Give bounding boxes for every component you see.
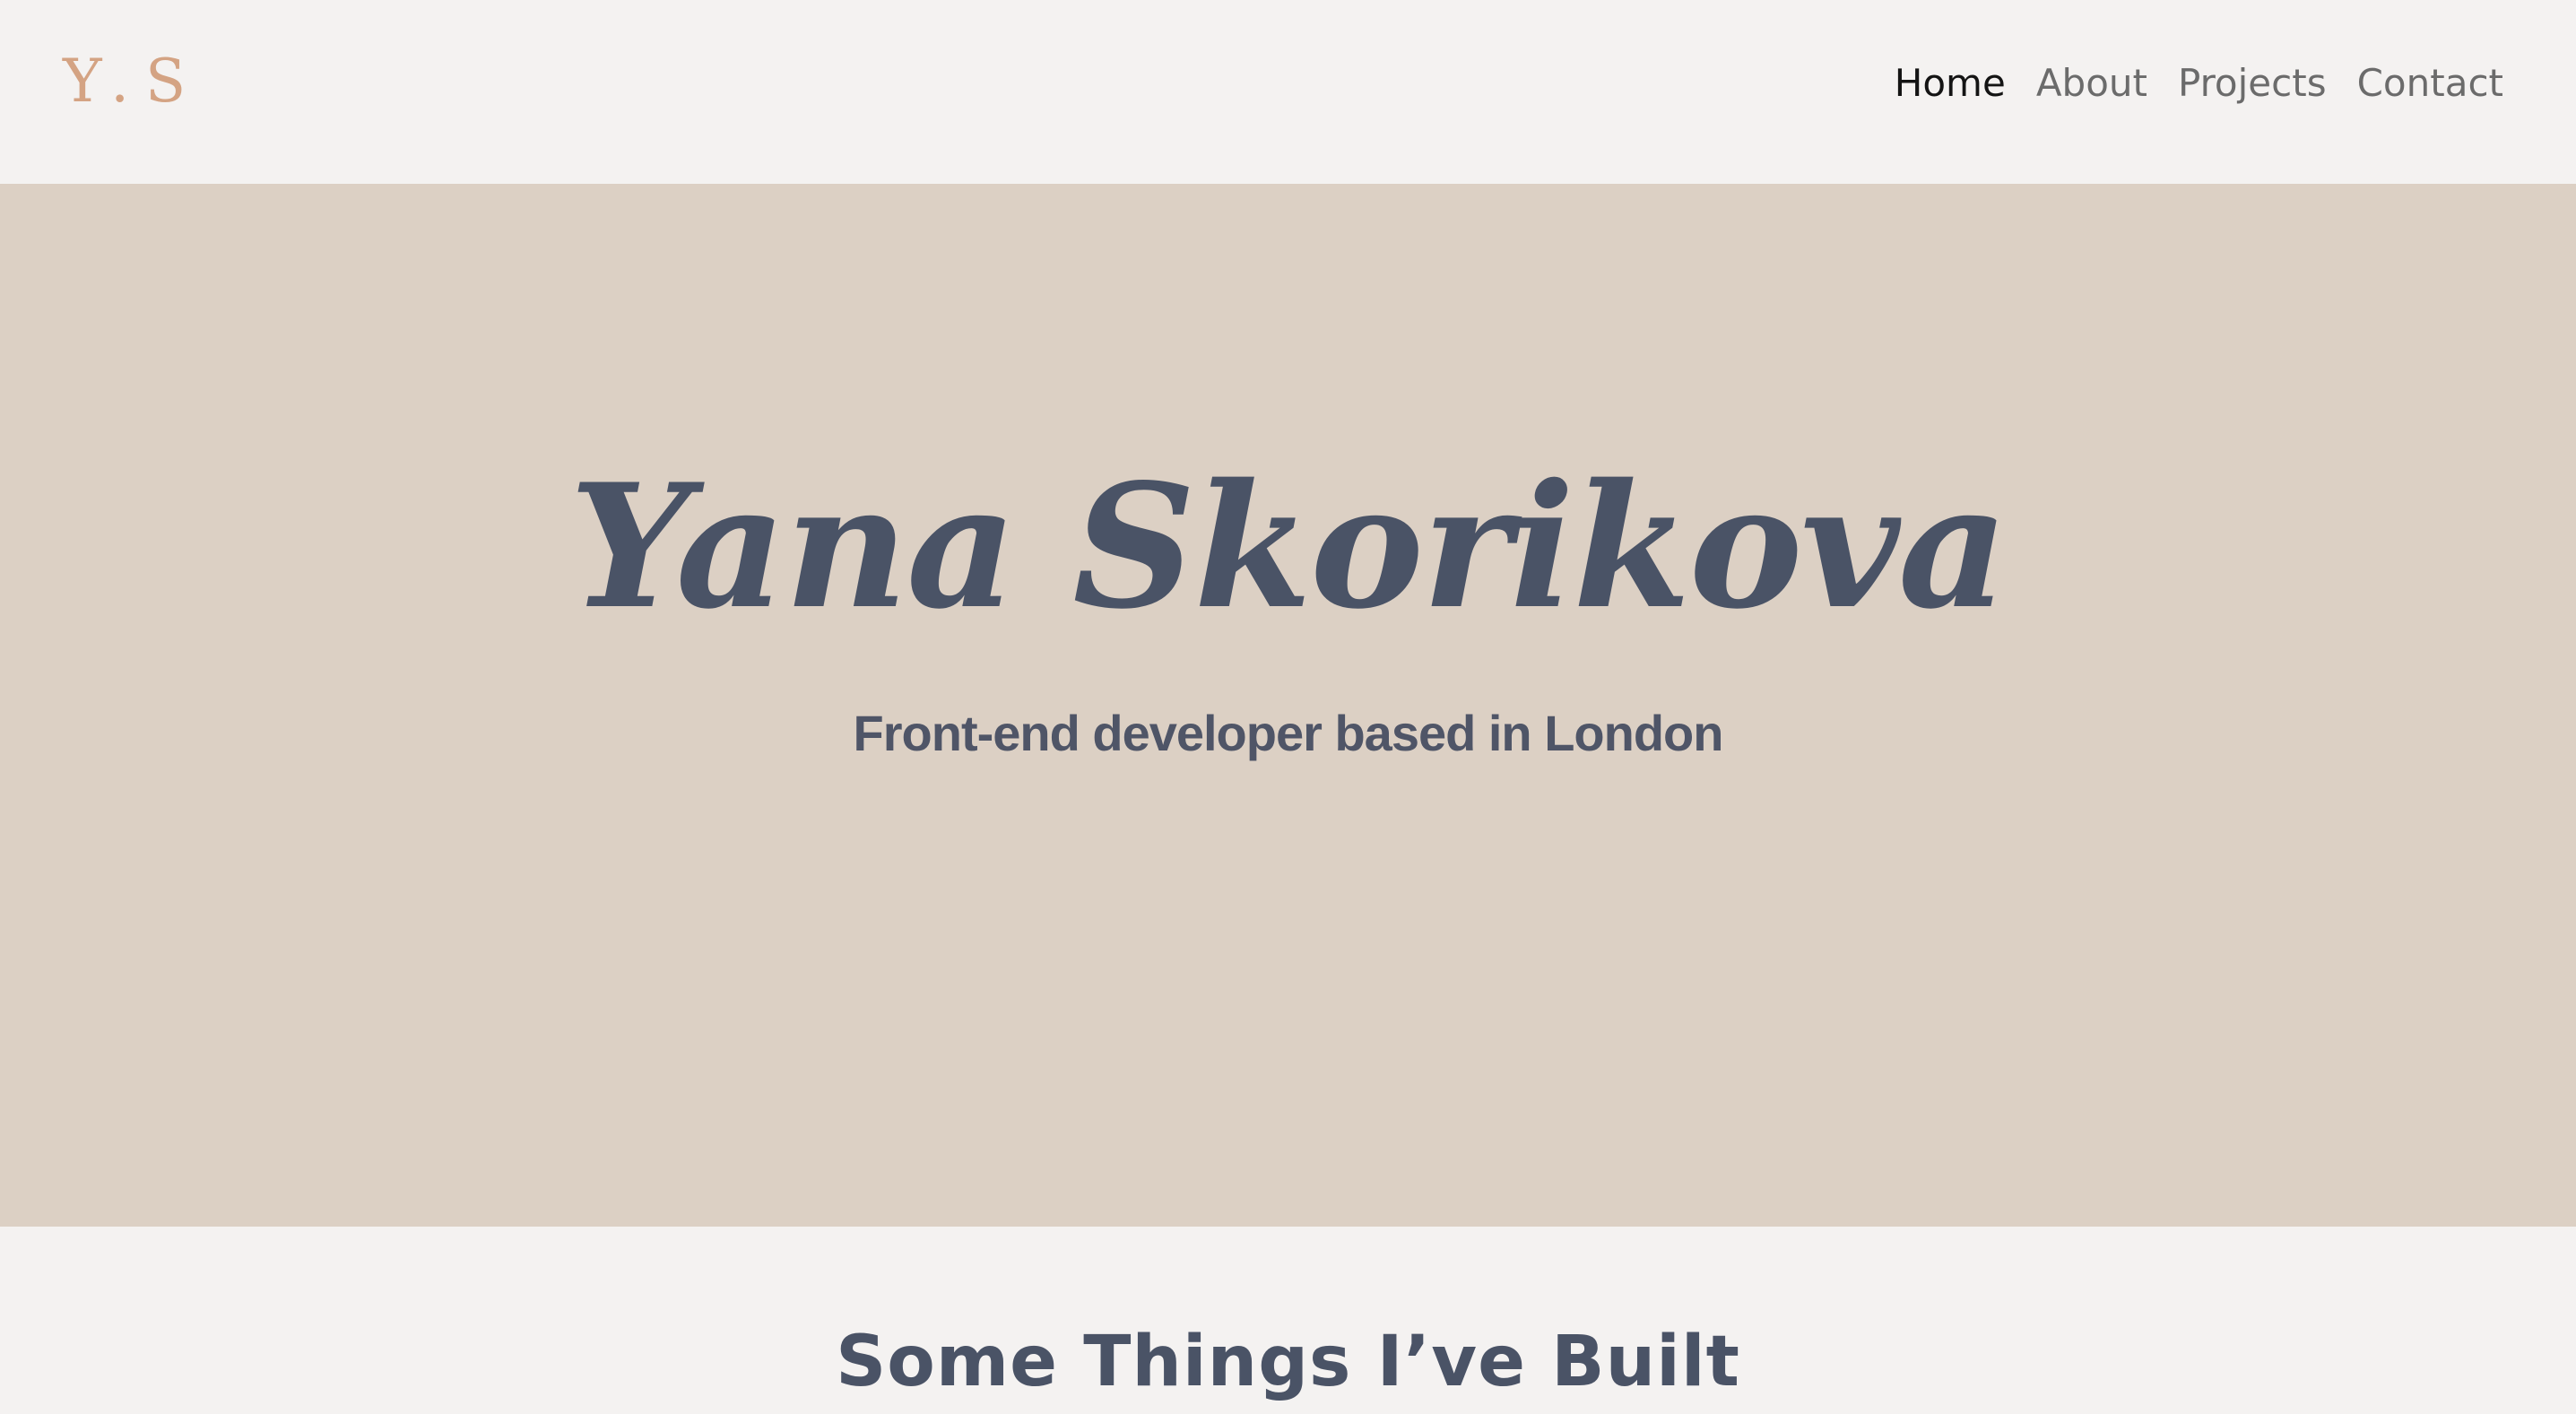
hero-subtitle: Front-end developer based in London xyxy=(853,705,1724,761)
nav-link-contact[interactable]: Contact xyxy=(2357,65,2503,102)
hero-name: Yana Skorikova xyxy=(568,447,2008,646)
main-nav: Home About Projects Contact xyxy=(1895,65,2503,102)
projects-section-title: Some Things I’ve Built xyxy=(836,1322,1740,1402)
nav-link-home[interactable]: Home xyxy=(1895,65,2006,102)
nav-link-about[interactable]: About xyxy=(2036,65,2147,102)
site-header: Y.S Home About Projects Contact xyxy=(0,0,2576,184)
hero-section: Yana Skorikova Front-end developer based… xyxy=(0,184,2576,1227)
site-logo[interactable]: Y.S xyxy=(63,52,202,111)
nav-link-projects[interactable]: Projects xyxy=(2178,65,2327,102)
